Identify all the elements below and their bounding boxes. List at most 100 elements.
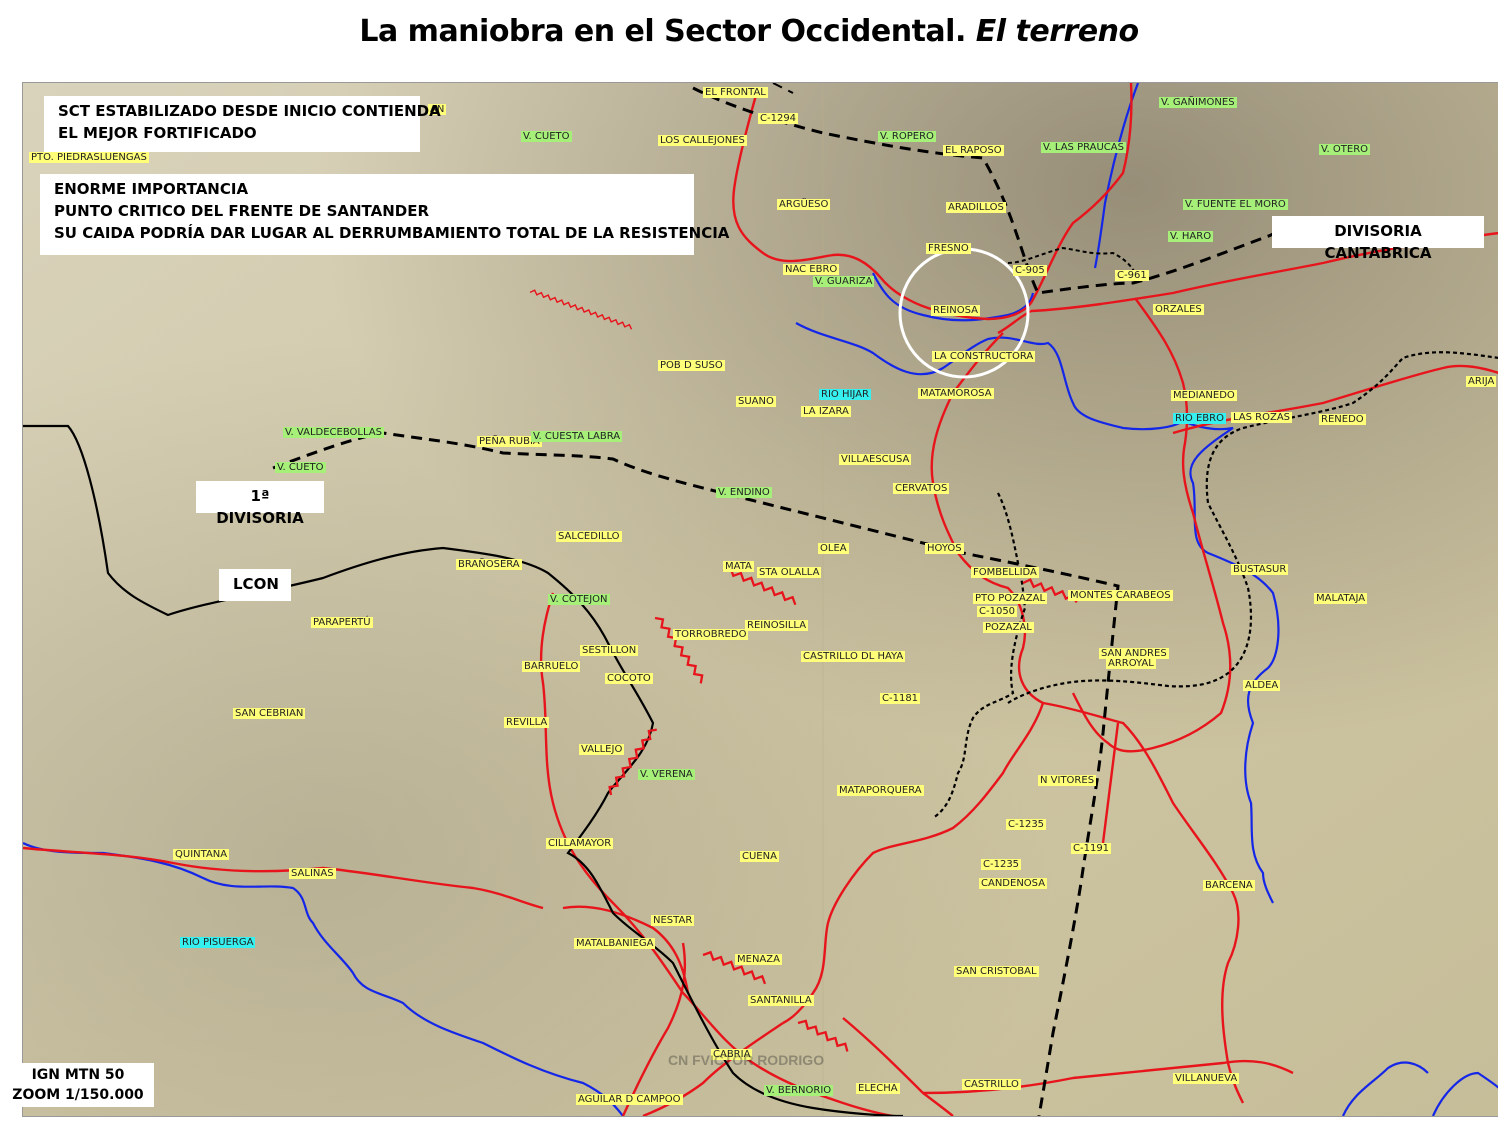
place-label: MATA: [723, 561, 754, 572]
peak-label: V. COTEJON: [548, 594, 610, 605]
place-label: SALCEDILLO: [556, 531, 622, 542]
scale-zoom: ZOOM 1/150.000: [12, 1087, 144, 1103]
road-label: C-1235: [1006, 819, 1047, 830]
place-label: CERVATOS: [893, 483, 950, 494]
peak-label: V. CUESTA LABRA: [531, 431, 623, 442]
road-label: C-961: [1115, 270, 1149, 281]
place-label: PARAPERTÚ: [311, 617, 373, 628]
place-label: ARGÜESO: [777, 199, 831, 210]
peak-label: V. LAS PRAUCAS: [1041, 142, 1126, 153]
place-label: RENEDO: [1319, 414, 1366, 425]
road-label: C-1235: [981, 859, 1022, 870]
place-label: LOS CALLEJONES: [658, 135, 747, 146]
place-label: EL RAPOSO: [943, 145, 1004, 156]
note-lcon: LCON: [219, 569, 291, 601]
place-label: BUSTASUR: [1231, 564, 1289, 575]
place-label: LAS ROZAS: [1231, 412, 1293, 423]
place-label: SESTILLON: [580, 645, 639, 656]
place-label: OLEA: [818, 543, 849, 554]
note-sct: SCT ESTABILIZADO DESDE INICIO CONTIENDA …: [44, 96, 441, 152]
peak-label: V. ROPERO: [878, 131, 936, 142]
note-importance-line: SU CAIDA PODRÍA DAR LUGAR AL DERRUMBAMIE…: [54, 224, 730, 242]
place-label: NAC EBRO: [783, 264, 840, 275]
road-label: C-1050: [977, 606, 1018, 617]
peak-label: V. ENDINO: [716, 487, 772, 498]
place-label: CILLAMAYOR: [546, 838, 614, 849]
place-label: ARADILLOS: [946, 202, 1006, 213]
place-label: ORZALES: [1153, 304, 1204, 315]
place-label: BARRUELO: [522, 661, 581, 672]
place-label: TORROBREDO: [673, 629, 749, 640]
place-label: REINOSA: [931, 305, 980, 316]
place-label: EL FRONTAL: [703, 87, 768, 98]
road-label: C-1191: [1071, 843, 1112, 854]
note-importance: ENORME IMPORTANCIA PUNTO CRITICO DEL FRE…: [40, 174, 730, 255]
place-label: LA IZARA: [801, 406, 851, 417]
note-divisoria-cantabrica: DIVISORIA CANTABRICA: [1272, 216, 1484, 262]
river-label: RIO PISUERGA: [180, 937, 256, 948]
place-label: VILLANUEVA: [1173, 1073, 1240, 1084]
place-label: ARIJA: [1466, 376, 1497, 387]
place-label: STA OLALLA: [757, 567, 822, 578]
place-label: MATAPORQUERA: [837, 785, 924, 796]
river-label: RIO EBRO: [1173, 413, 1226, 424]
place-label: MALATAJA: [1314, 593, 1368, 604]
road-label: C-1294: [758, 113, 799, 124]
place-label: BARCENA: [1203, 880, 1255, 891]
place-label: VALLEJO: [579, 744, 625, 755]
peak-label: V. VERENA: [638, 769, 695, 780]
place-label: SANTANILLA: [748, 995, 814, 1006]
river-label: RIO HIJAR: [819, 389, 871, 400]
place-label: MONTES CARABEOS: [1068, 590, 1173, 601]
note-sct-line: EL MEJOR FORTIFICADO: [58, 124, 257, 142]
place-label: NESTAR: [651, 915, 695, 926]
peak-label: V. VALDECEBOLLAS: [283, 427, 384, 438]
place-label: REINOSILLA: [745, 620, 809, 631]
place-label: MATAMOROSA: [918, 388, 994, 399]
place-label: N VITORES: [1038, 775, 1097, 786]
peak-label: V. CUETO: [521, 131, 572, 142]
place-label: MEDIANEDO: [1171, 390, 1237, 401]
place-label: REVILLA: [504, 717, 550, 728]
place-label: SUANO: [736, 396, 776, 407]
map-title-italic: El terreno: [975, 14, 1139, 49]
road-label: C-1181: [880, 693, 921, 704]
road-label: C-905: [1013, 265, 1047, 276]
peak-label: V. FUENTE EL MORO: [1183, 199, 1288, 210]
place-label: PTO POZAZAL: [973, 593, 1048, 604]
place-label: PTO. PIEDRASLUENGAS: [29, 152, 149, 163]
note-sct-line: SCT ESTABILIZADO DESDE INICIO CONTIENDA: [58, 102, 441, 120]
map-title: La maniobra en el Sector Occidental. El …: [359, 14, 1139, 49]
place-label: QUINTANA: [173, 849, 230, 860]
place-label: BRAÑOSERA: [456, 559, 522, 570]
place-label: VILLAESCUSA: [839, 454, 912, 465]
place-label: ALDEA: [1243, 680, 1281, 691]
watermark: CN FVICTOR RODRIGO: [668, 1052, 825, 1068]
note-importance-line: PUNTO CRITICO DEL FRENTE DE SANTANDER: [54, 202, 430, 220]
place-label: FRESNO: [926, 243, 971, 254]
scale-source: IGN MTN 50: [31, 1067, 125, 1083]
peak-label: V. GAÑIMONES: [1159, 97, 1237, 108]
scale-box: IGN MTN 50 ZOOM 1/150.000: [2, 1063, 154, 1107]
place-label: SALINAS: [289, 868, 336, 879]
place-label: SAN CRISTOBAL: [954, 966, 1039, 977]
place-label: COCOTO: [605, 673, 653, 684]
place-label: HOYOS: [925, 543, 964, 554]
place-label: ARROYAL: [1106, 658, 1156, 669]
place-label: ELECHA: [856, 1083, 900, 1094]
place-label: SAN CEBRIAN: [233, 708, 306, 719]
place-label: CUENA: [740, 851, 779, 862]
peak-label: V. HARO: [1168, 231, 1214, 242]
place-label: MENAZA: [735, 954, 782, 965]
peak-label: V. BERNORIO: [764, 1085, 834, 1096]
place-label: POZAZAL: [983, 622, 1034, 633]
place-label: CANDENOSA: [979, 878, 1048, 889]
note-importance-line: ENORME IMPORTANCIA: [54, 180, 249, 198]
note-primera-divisoria: 1ª DIVISORIA: [196, 481, 324, 527]
peak-label: V. GUARIZA: [813, 276, 875, 287]
place-label: CASTRILLO: [962, 1079, 1021, 1090]
place-label: CASTRILLO DL HAYA: [801, 651, 906, 662]
place-label: POB D SUSO: [658, 360, 725, 371]
peak-label: V. CUETO: [275, 462, 326, 473]
peak-label: V. OTERO: [1319, 144, 1371, 155]
